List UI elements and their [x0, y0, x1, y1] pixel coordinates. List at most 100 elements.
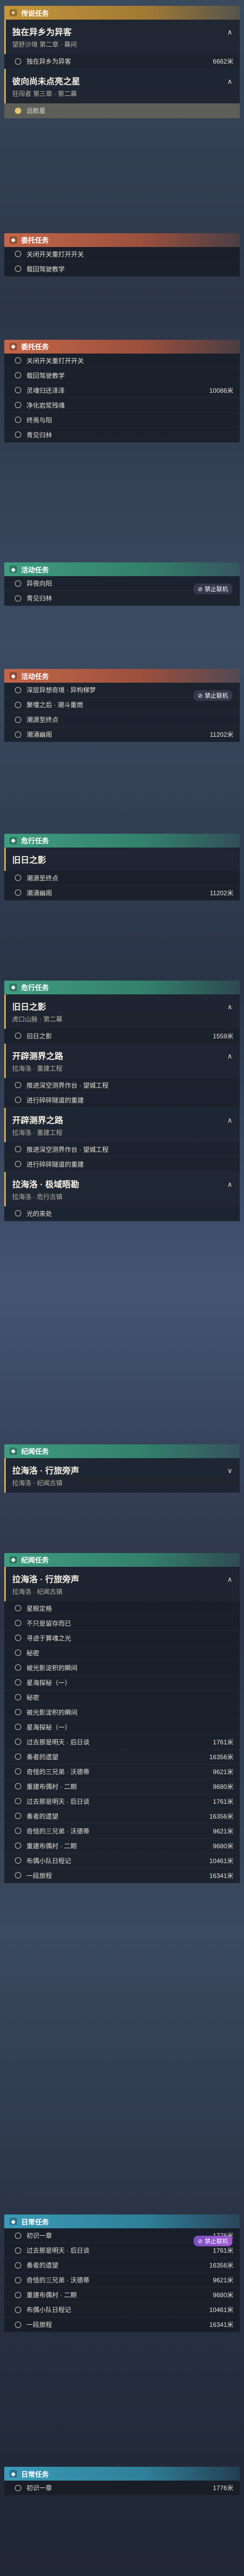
step-circle-icon — [15, 2484, 21, 2491]
quest-step[interactable]: 布偶小队日程记 10461米 — [4, 2302, 240, 2318]
section-header[interactable]: ◆ 危行任务 — [4, 980, 240, 994]
section-header[interactable]: ◆ 日常任务 — [4, 2467, 240, 2481]
section-header[interactable]: ◆ 纪闻任务 — [4, 1444, 240, 1458]
quest-step[interactable]: 秘密 — [4, 1645, 240, 1661]
quest-step[interactable]: 载回驾驶教学 — [4, 368, 240, 383]
step-circle-icon — [15, 1161, 21, 1167]
quest-title: 拉海洛 · 行旅旁声 — [12, 1466, 80, 1476]
section-header[interactable]: ◆ 活动任务 — [4, 669, 240, 683]
step-circle-icon — [15, 1694, 21, 1701]
quest-step[interactable]: 寻迹于算魂之光 — [4, 1630, 240, 1646]
step-circle-icon — [15, 1768, 21, 1775]
quest-step[interactable]: 星海探秘（一） — [4, 1719, 240, 1735]
quest-step[interactable]: 潮源至终点 — [4, 712, 240, 728]
section-header[interactable]: ◆ 危行任务 — [4, 833, 240, 848]
quest-card[interactable]: 拉海洛 · 行旅旁声 拉海洛 · 纪闻古镇 ∧ — [4, 1566, 240, 1601]
section-header[interactable]: ◆ 纪闻任务 — [4, 1552, 240, 1567]
chevron-icon[interactable]: ∧ — [227, 1003, 232, 1011]
lock-icon: ⊘ — [197, 2238, 203, 2245]
quest-step[interactable]: 潮涌幽阁 11202米 — [4, 885, 240, 901]
quest-step[interactable]: 奏者的遗望 16356米 — [4, 2258, 240, 2273]
quest-card[interactable]: 彼向尚未点亮之星 狂闯者 第三章 · 第二幕 ∧ — [4, 69, 240, 104]
quest-step[interactable]: 奏者的遗望 16356米 — [4, 1809, 240, 1824]
step-distance: 9621米 — [213, 2277, 233, 2284]
step-circle-icon — [15, 1679, 21, 1686]
quest-step[interactable]: 过去那是明天 · 后日谈 1761米 — [4, 1794, 240, 1809]
quest-step[interactable]: 重建布偶村 · 二期 9680米 — [4, 1838, 240, 1854]
step-circle-icon — [15, 1872, 21, 1879]
quest-card[interactable]: 旧日之影 — [4, 847, 240, 871]
quest-step[interactable]: 星眼定格 — [4, 1601, 240, 1616]
chevron-icon[interactable]: ∧ — [227, 1116, 232, 1125]
quest-card[interactable]: 拉海洛 · 极域晤勘 拉海洛 · 危行古镇 ∧ — [4, 1171, 240, 1206]
quest-step[interactable]: 载回驾驶教学 — [4, 261, 240, 277]
quest-step[interactable]: 终焉与阳 — [4, 412, 240, 428]
step-title: 奇怪的三兄弟 · 沃德蒂 — [27, 2277, 90, 2284]
quest-step[interactable]: 奇怪的三兄弟 · 沃德蒂 9621米 — [4, 1823, 240, 1839]
quest-step[interactable]: 一段旅程 16341米 — [4, 1868, 240, 1883]
section-header[interactable]: ◆ 活动任务 — [4, 562, 240, 577]
step-title: 潮源至终点 — [27, 874, 59, 882]
step-title: 进行碎碎隧道的重建 — [27, 1096, 84, 1104]
quest-step[interactable]: 秘密 — [4, 1690, 240, 1705]
quest-step[interactable]: 星海探秘（一） — [4, 1675, 240, 1690]
quest-step[interactable]: 奇怪的三兄弟 · 沃德蒂 9621米 — [4, 2273, 240, 2288]
step-distance: 10461米 — [209, 1857, 233, 1865]
chevron-icon[interactable]: ∧ — [227, 1052, 232, 1061]
step-distance: 16356米 — [209, 2262, 233, 2270]
quest-card[interactable]: 开辟测界之路 拉海洛 · 重建工程 ∧ — [4, 1107, 240, 1142]
step-title: 过去那是明天 · 后日谈 — [27, 1797, 90, 1805]
chevron-icon[interactable]: ∧ — [227, 77, 232, 86]
quest-title: 独在异乡为异客 — [12, 28, 72, 38]
quest-step[interactable]: 重建布偶村 · 二期 9680米 — [4, 2288, 240, 2303]
section-header[interactable]: ◆ 日常任务 — [4, 2215, 240, 2229]
section-header[interactable]: ◆ 委托任务 — [4, 339, 240, 354]
quest-card[interactable]: 旧日之影 虎口山脉 · 第二幕 ∧ — [4, 994, 240, 1029]
quest-step[interactable]: 布偶小队日程记 10461米 — [4, 1853, 240, 1868]
step-distance: 6662米 — [213, 58, 233, 66]
quest-step[interactable]: 远航星 — [4, 103, 240, 119]
chevron-icon[interactable]: ∧ — [227, 28, 232, 37]
step-title: 奏者的遗望 — [27, 1812, 59, 1820]
quest-step[interactable]: 初识一章 1776米 — [4, 2481, 240, 2496]
quest-card[interactable]: 拉海洛 · 行旅旁声 拉海洛 · 纪闻古镇 ∨ — [4, 1458, 240, 1493]
quest-step[interactable]: 奇怪的三兄弟 · 沃德蒂 9621米 — [4, 1764, 240, 1779]
quest-step[interactable]: 独在异乡为异客 6662米 — [4, 54, 240, 69]
quest-step[interactable]: 灵魂归还泽泽 10086米 — [4, 383, 240, 398]
step-distance: 1559米 — [213, 1032, 233, 1040]
chevron-icon[interactable]: ∧ — [227, 1180, 232, 1189]
quest-step[interactable]: 奏者的遗望 16356米 — [4, 1749, 240, 1765]
quest-step[interactable]: 被光影淀积的瞬间 — [4, 1705, 240, 1720]
quest-step[interactable]: 重建布偶村 · 二期 9680米 — [4, 1779, 240, 1794]
step-title: 被光影淀积的瞬间 — [27, 1664, 78, 1672]
quest-card[interactable]: 独在异乡为异客 望舒沙境 第二章 · 幕间 ∧ — [4, 20, 240, 55]
quest-card[interactable]: 开辟测界之路 拉海洛 · 重建工程 ∧ — [4, 1043, 240, 1078]
quest-step[interactable]: 关闭开关重打开开关 — [4, 353, 240, 368]
step-title: 初识一章 — [27, 2232, 53, 2240]
quest-step[interactable]: 关闭开关重打开开关 — [4, 246, 240, 262]
quest-step[interactable]: 潮源至终点 — [4, 870, 240, 886]
quest-step[interactable]: 进行碎碎隧道的重建 — [4, 1157, 240, 1172]
step-title: 一段旅程 — [27, 1872, 53, 1880]
quest-step[interactable]: 青见归林 — [4, 427, 240, 443]
step-title: 过去那是明天 · 后日谈 — [27, 2247, 90, 2255]
quest-step[interactable]: 推进深空测界作台 · 望城工程 — [4, 1078, 240, 1093]
section-header[interactable]: ✦ 传说任务 — [4, 6, 240, 20]
quest-step[interactable]: 不只是留存而已 — [4, 1616, 240, 1631]
quest-step[interactable]: 推进深空测界作台 · 望城工程 — [4, 1142, 240, 1157]
quest-step[interactable]: 过去那是明天 · 后日谈 1761米 — [4, 1734, 240, 1750]
step-circle-icon — [15, 2291, 21, 2298]
step-distance: 1761米 — [213, 1738, 233, 1746]
quest-step[interactable]: 被光影淀积的瞬间 — [4, 1660, 240, 1675]
quest-step[interactable]: 光的来处 — [4, 1206, 240, 1221]
quest-section: ✦ 传说任务 独在异乡为异客 望舒沙境 第二章 · 幕间 ∧ 独在异乡为异客 6662米 彼向… — [4, 6, 240, 119]
step-distance: 1776米 — [213, 2484, 233, 2492]
quest-step[interactable]: 一段旅程 16341米 — [4, 2317, 240, 2333]
quest-step[interactable]: 潮涌幽阁 11202米 — [4, 727, 240, 743]
chevron-icon[interactable]: ∨ — [227, 1467, 232, 1475]
quest-step[interactable]: 旧日之影 1559米 — [4, 1028, 240, 1044]
quest-step[interactable]: 进行碎碎隧道的重建 — [4, 1092, 240, 1108]
chevron-icon[interactable]: ∧ — [227, 1575, 232, 1584]
section-header[interactable]: ◆ 委托任务 — [4, 233, 240, 247]
quest-step[interactable]: 净化岩浆残魂 — [4, 398, 240, 413]
